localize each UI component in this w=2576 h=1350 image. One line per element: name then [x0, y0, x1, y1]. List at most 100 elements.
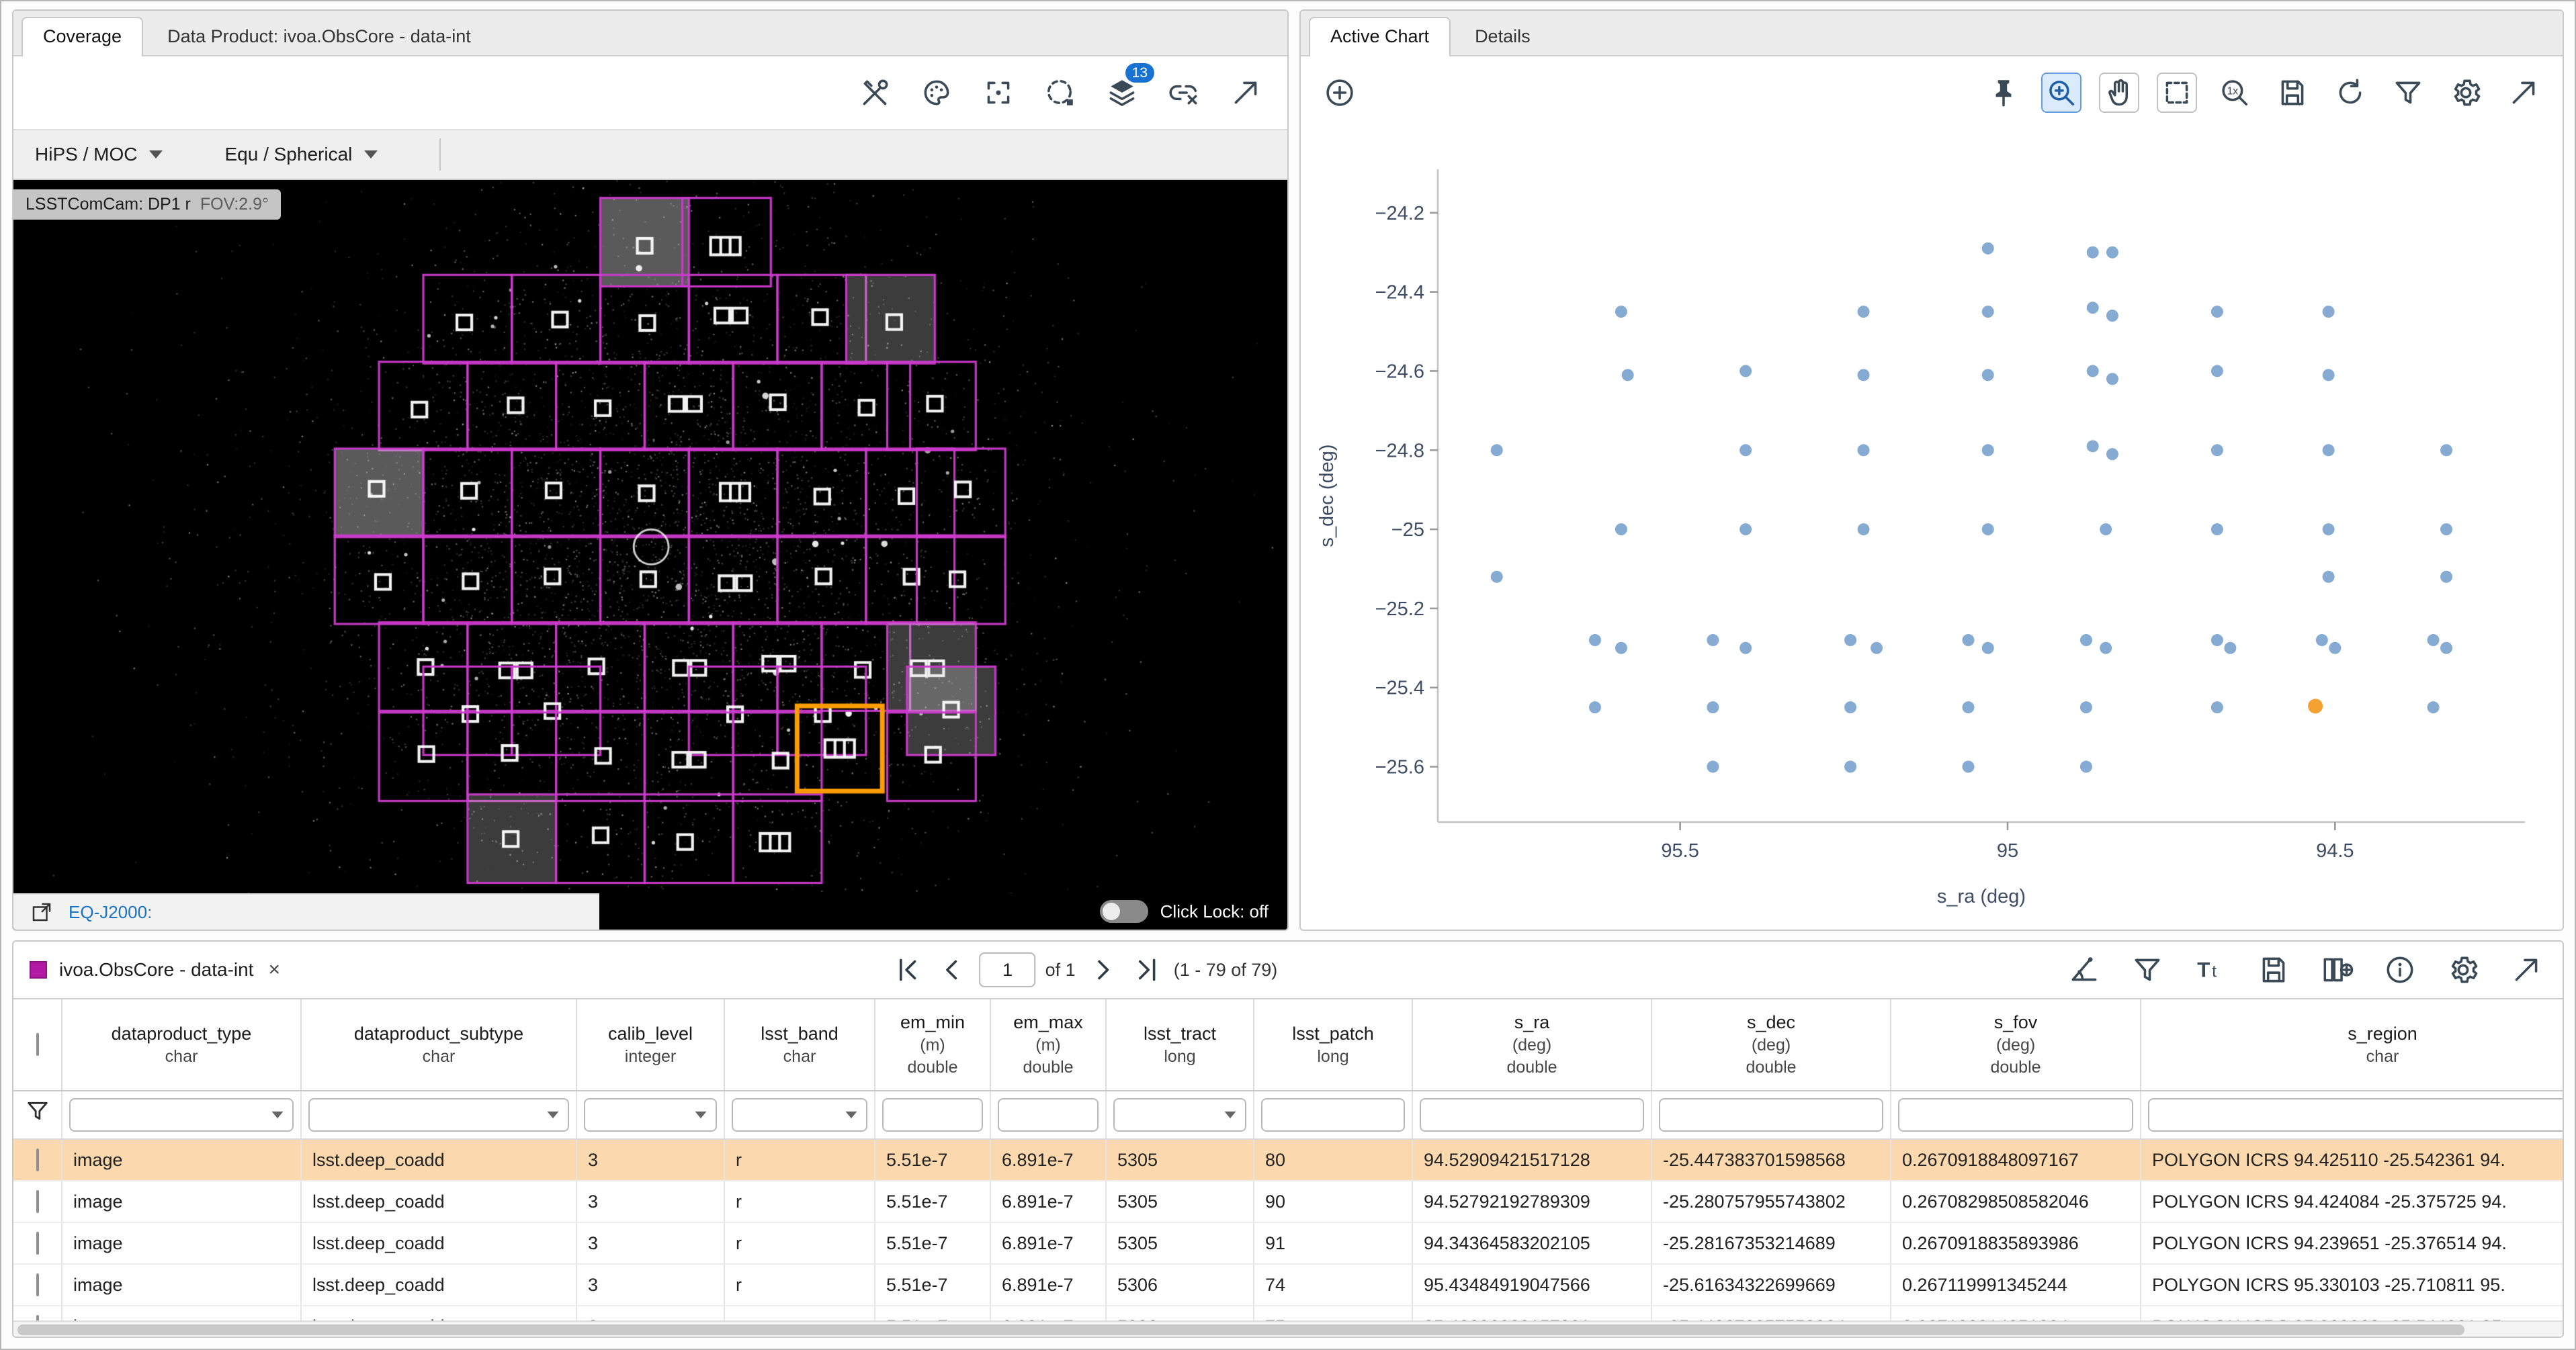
obscore-points[interactable]: [1707, 701, 1719, 713]
obscore-points[interactable]: [1982, 523, 1994, 535]
obscore-points[interactable]: [1982, 242, 1994, 255]
obscore-points[interactable]: [1707, 761, 1719, 773]
cell-lsst_patch[interactable]: 90: [1254, 1181, 1412, 1222]
column-header-dataproduct_subtype[interactable]: dataproduct_subtypechar: [301, 999, 576, 1091]
obscore-points[interactable]: [2080, 701, 2092, 713]
table-row[interactable]: imagelsst.deep_coadd3r5.51e-76.891e-7530…: [13, 1181, 2563, 1222]
filter-select-lsst_tract[interactable]: [1113, 1098, 1246, 1132]
obscore-points[interactable]: [2211, 306, 2223, 318]
column-header-dataproduct_type[interactable]: dataproduct_typechar: [62, 999, 301, 1091]
cell-dataproduct_subtype[interactable]: lsst.deep_coadd: [301, 1306, 576, 1320]
recenter-icon[interactable]: [978, 73, 1019, 113]
cell-s_region[interactable]: POLYGON ICRS 94.424084 -25.375725 94.: [2141, 1181, 2563, 1222]
column-header-em_min[interactable]: em_min(m)double: [875, 999, 990, 1091]
cell-s_dec[interactable]: -25.447383701598568: [1651, 1139, 1891, 1181]
coverage-sky-view[interactable]: LSSTComCam: DP1 rFOV:2.9° EQ-J2000: Clic…: [13, 180, 1287, 930]
cell-em_min[interactable]: 5.51e-7: [875, 1181, 990, 1222]
obscore-points[interactable]: [1740, 365, 1752, 377]
obscore-points[interactable]: [1858, 523, 1870, 535]
save-icon[interactable]: [2253, 950, 2294, 990]
pin-icon[interactable]: [1983, 73, 2024, 113]
tab-data-product-ivoa-obscore-data-int[interactable]: Data Product: ivoa.ObsCore - data-int: [146, 17, 492, 56]
obscore-points[interactable]: [1615, 523, 1627, 535]
cell-em_max[interactable]: 6.891e-7: [990, 1264, 1106, 1306]
selected-point[interactable]: [2308, 699, 2323, 713]
cell-s_dec[interactable]: -25.449670357559924: [1651, 1306, 1891, 1320]
filter-icon[interactable]: [2388, 73, 2428, 113]
obscore-points[interactable]: [2323, 523, 2335, 535]
cell-dataproduct_type[interactable]: image: [62, 1181, 301, 1222]
obscore-points[interactable]: [2106, 448, 2118, 460]
text-icon[interactable]: Tt: [2190, 950, 2231, 990]
obscore-points[interactable]: [2080, 634, 2092, 646]
hips-moc-dropdown[interactable]: HiPS / MOC: [35, 144, 163, 165]
filter-row-icon[interactable]: [13, 1091, 62, 1139]
filter-select-lsst_band[interactable]: [732, 1098, 867, 1132]
obscore-points[interactable]: [2329, 642, 2341, 654]
obscore-points[interactable]: [2440, 642, 2452, 654]
filter-input-s_dec[interactable]: [1659, 1098, 1883, 1132]
expand-icon[interactable]: [1226, 73, 1266, 113]
cell-s_fov[interactable]: 0.267100914351234: [1891, 1306, 2141, 1320]
add-column-icon[interactable]: [2317, 950, 2357, 990]
column-header-calib_level[interactable]: calib_levelinteger: [576, 999, 724, 1091]
obscore-points[interactable]: [1707, 634, 1719, 646]
sky-canvas[interactable]: [13, 180, 1287, 930]
scatter-chart-svg[interactable]: −24.2−24.4−24.6−24.8−25−25.2−25.4−25.695…: [1301, 129, 2563, 930]
obscore-points[interactable]: [1740, 642, 1752, 654]
obscore-points[interactable]: [2080, 761, 2092, 773]
obscore-points[interactable]: [2106, 373, 2118, 385]
obscore-points[interactable]: [1982, 444, 1994, 456]
filter-input-em_min[interactable]: [882, 1098, 983, 1132]
cell-dataproduct_type[interactable]: image: [62, 1222, 301, 1264]
coord-system-dropdown[interactable]: Equ / Spherical: [224, 144, 378, 165]
obscore-points[interactable]: [1740, 444, 1752, 456]
obscore-points[interactable]: [1844, 701, 1856, 713]
cell-em_max[interactable]: 6.891e-7: [990, 1139, 1106, 1181]
obscore-points[interactable]: [2087, 302, 2099, 314]
column-header-s_dec[interactable]: s_dec(deg)double: [1651, 999, 1891, 1091]
cell-lsst_patch[interactable]: 74: [1254, 1264, 1412, 1306]
cell-calib_level[interactable]: 3: [576, 1264, 724, 1306]
cell-lsst_tract[interactable]: 5306: [1106, 1264, 1254, 1306]
zoom-in-icon[interactable]: [2041, 73, 2081, 113]
cell-dataproduct_type[interactable]: image: [62, 1306, 301, 1320]
cell-dataproduct_subtype[interactable]: lsst.deep_coadd: [301, 1139, 576, 1181]
cell-em_max[interactable]: 6.891e-7: [990, 1222, 1106, 1264]
obscore-points[interactable]: [1963, 701, 1975, 713]
obscore-points[interactable]: [1963, 761, 1975, 773]
obscore-points[interactable]: [2323, 571, 2335, 583]
obscore-points[interactable]: [1982, 369, 1994, 381]
obscore-points[interactable]: [2428, 701, 2440, 713]
obscore-points[interactable]: [2428, 634, 2440, 646]
obscore-points[interactable]: [1844, 761, 1856, 773]
settings-icon[interactable]: [2443, 950, 2483, 990]
cell-calib_level[interactable]: 3: [576, 1306, 724, 1320]
filter-select-calib_level[interactable]: [584, 1098, 717, 1132]
add-circle-icon[interactable]: [1320, 73, 1360, 113]
cell-s_ra[interactable]: 94.52792192789309: [1412, 1181, 1651, 1222]
cell-dataproduct_type[interactable]: image: [62, 1139, 301, 1181]
cell-lsst_tract[interactable]: 5305: [1106, 1139, 1254, 1181]
column-header-em_max[interactable]: em_max(m)double: [990, 999, 1106, 1091]
obscore-points[interactable]: [1491, 571, 1503, 583]
cell-dataproduct_type[interactable]: image: [62, 1264, 301, 1306]
cell-lsst_band[interactable]: r: [724, 1306, 875, 1320]
last-page-icon[interactable]: [1129, 952, 1164, 987]
pan-icon[interactable]: [2099, 73, 2139, 113]
column-header-lsst_tract[interactable]: lsst_tractlong: [1106, 999, 1254, 1091]
save-icon[interactable]: [2272, 73, 2313, 113]
tools-icon[interactable]: [855, 73, 895, 113]
cell-dataproduct_subtype[interactable]: lsst.deep_coadd: [301, 1181, 576, 1222]
obscore-points[interactable]: [1844, 634, 1856, 646]
table-scroll-area[interactable]: dataproduct_typechardataproduct_subtypec…: [13, 998, 2563, 1320]
cell-calib_level[interactable]: 3: [576, 1139, 724, 1181]
cell-lsst_tract[interactable]: 5305: [1106, 1181, 1254, 1222]
obscore-points[interactable]: [2323, 444, 2335, 456]
scatter-chart[interactable]: −24.2−24.4−24.6−24.8−25−25.2−25.4−25.695…: [1301, 129, 2563, 930]
filter-input-em_max[interactable]: [998, 1098, 1099, 1132]
row-checkbox[interactable]: [13, 1139, 62, 1181]
cell-s_region[interactable]: POLYGON ICRS 95.330103 -25.710811 95.: [2141, 1264, 2563, 1306]
obscore-points[interactable]: [2440, 523, 2452, 535]
table-row[interactable]: imagelsst.deep_coadd3r5.51e-76.891e-7530…: [13, 1264, 2563, 1306]
